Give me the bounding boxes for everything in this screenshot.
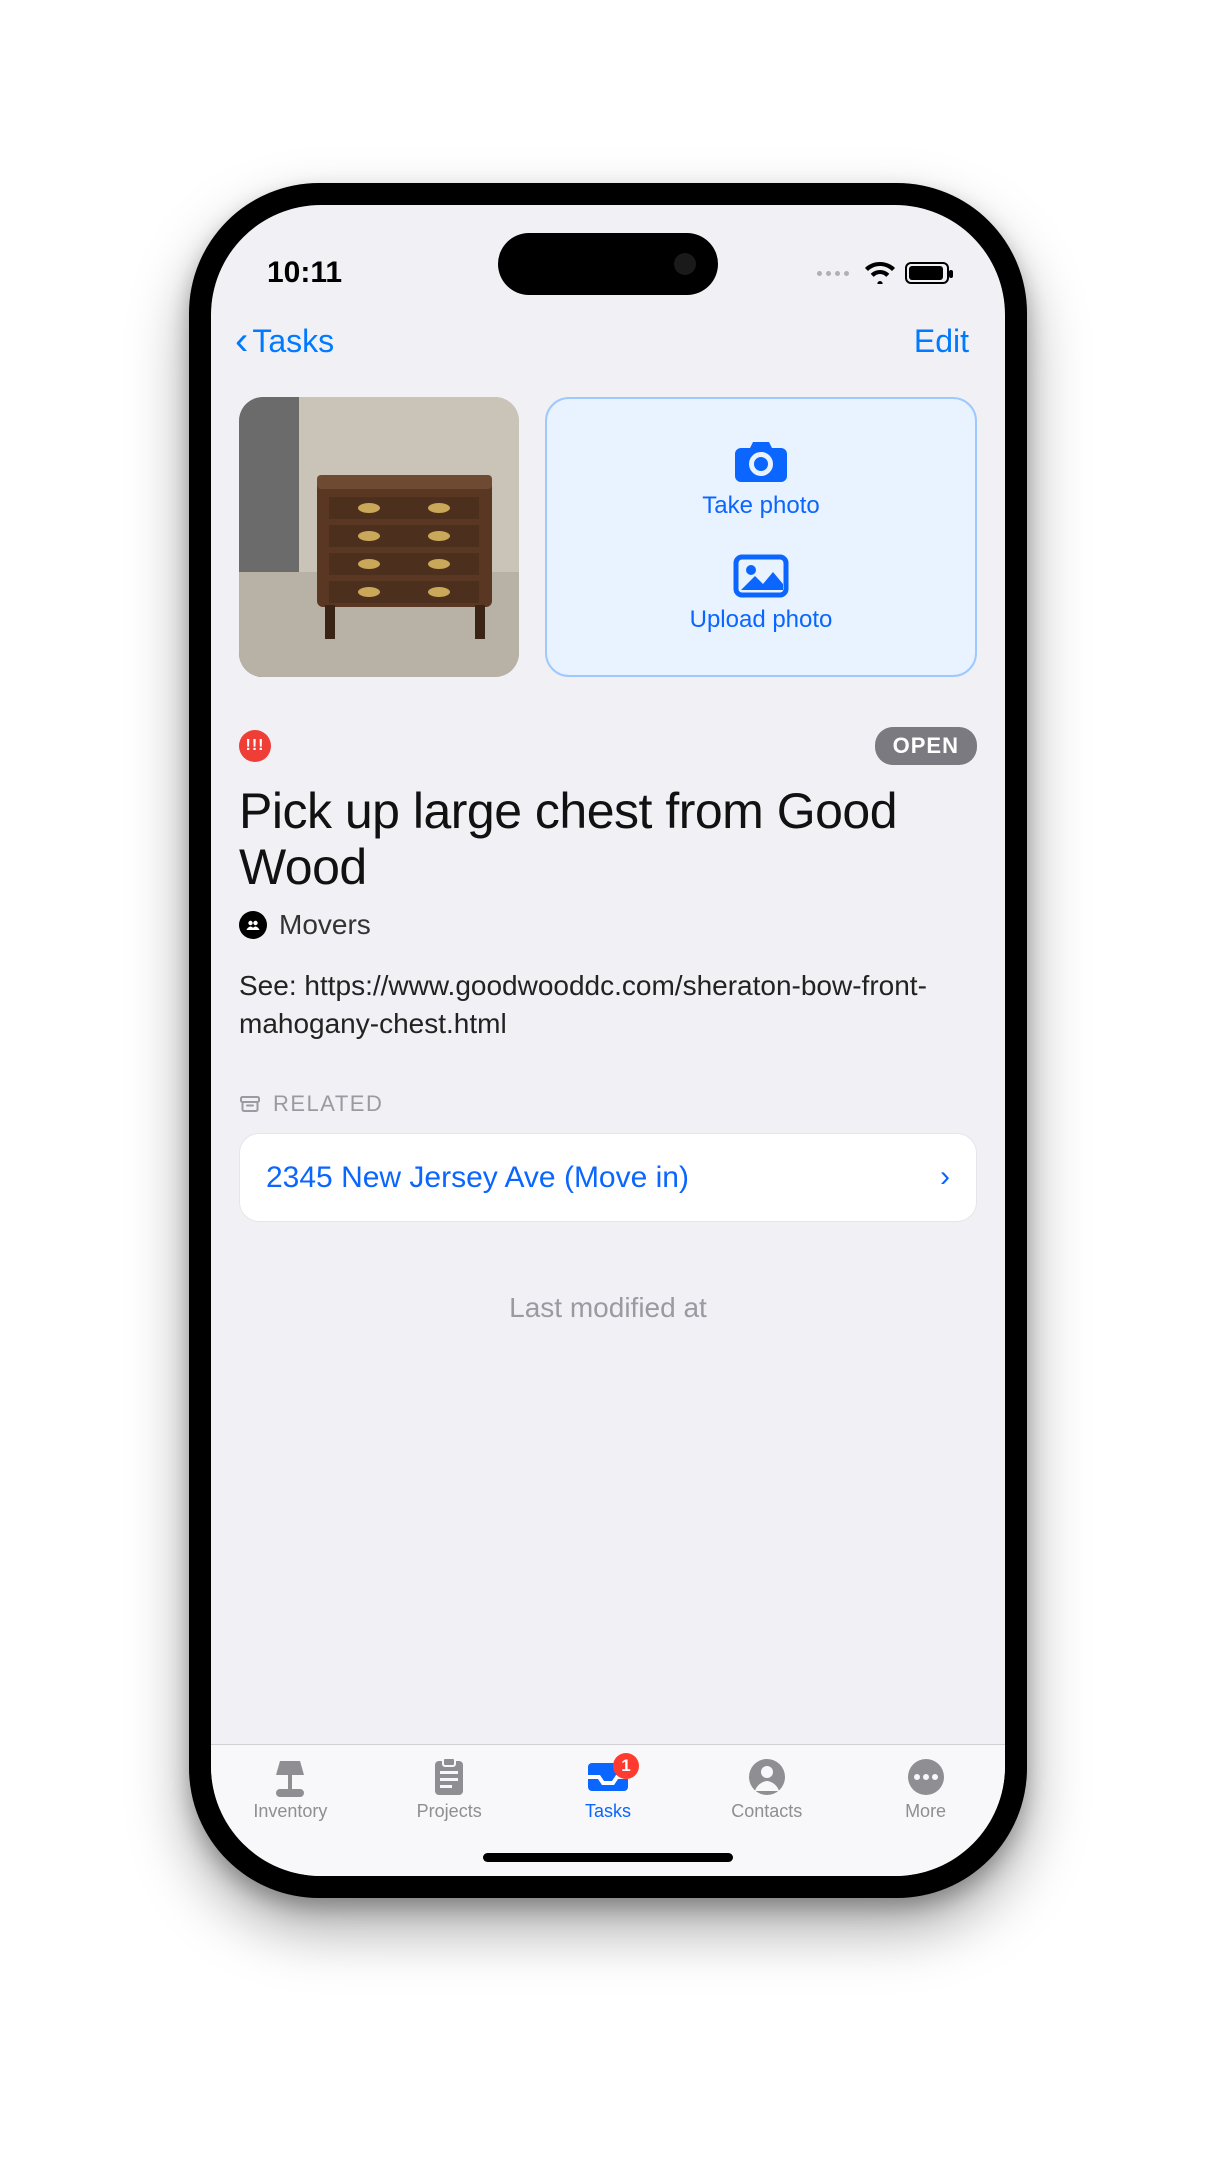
related-heading: RELATED — [239, 1091, 977, 1117]
edit-button[interactable]: Edit — [914, 323, 981, 360]
ellipsis-icon — [904, 1757, 948, 1797]
content-area: Take photo Upload photo !!! OPEN Pick up — [211, 377, 1005, 1756]
tab-projects[interactable]: Projects — [384, 1757, 514, 1822]
chevron-left-icon: ‹ — [235, 321, 248, 361]
wifi-icon — [865, 262, 895, 284]
related-item-label: 2345 New Jersey Ave (Move in) — [266, 1158, 689, 1197]
status-badge: OPEN — [875, 727, 977, 765]
group-icon — [239, 911, 267, 939]
related-heading-label: RELATED — [273, 1091, 383, 1117]
tab-more[interactable]: More — [861, 1757, 991, 1822]
back-button[interactable]: ‹ Tasks — [235, 321, 334, 361]
chevron-right-icon: › — [940, 1160, 950, 1194]
person-icon — [745, 1757, 789, 1797]
status-time: 10:11 — [267, 256, 342, 290]
tab-tasks[interactable]: 1 Tasks — [543, 1757, 673, 1822]
nav-bar: ‹ Tasks Edit — [211, 305, 1005, 377]
phone-frame: 10:11 ‹ Tasks Edit — [189, 183, 1027, 1898]
upload-photo-label: Upload photo — [690, 606, 833, 634]
clipboard-icon — [427, 1757, 471, 1797]
task-description: See: https://www.goodwooddc.com/sheraton… — [239, 967, 977, 1043]
home-indicator — [483, 1853, 733, 1862]
screen: 10:11 ‹ Tasks Edit — [211, 205, 1005, 1876]
task-title: Pick up large chest from Good Wood — [239, 783, 977, 895]
take-photo-button[interactable]: Take photo — [702, 440, 819, 520]
lamp-icon — [268, 1757, 312, 1797]
tab-label: Inventory — [253, 1801, 327, 1822]
related-item[interactable]: 2345 New Jersey Ave (Move in) › — [239, 1133, 977, 1222]
take-photo-label: Take photo — [702, 492, 819, 520]
priority-badge: !!! — [239, 730, 271, 762]
tab-label: Tasks — [585, 1801, 631, 1822]
tasks-badge: 1 — [613, 1753, 639, 1779]
back-label: Tasks — [252, 323, 334, 360]
photo-actions-panel: Take photo Upload photo — [545, 397, 977, 677]
assignee-row: Movers — [239, 909, 977, 941]
tab-label: Projects — [417, 1801, 482, 1822]
last-modified-label: Last modified at — [239, 1292, 977, 1324]
task-photo-thumbnail[interactable] — [239, 397, 519, 677]
status-dots-icon — [817, 271, 849, 276]
dynamic-island — [498, 233, 718, 295]
tab-inventory[interactable]: Inventory — [225, 1757, 355, 1822]
upload-photo-button[interactable]: Upload photo — [690, 554, 833, 634]
tab-label: More — [905, 1801, 946, 1822]
image-icon — [733, 554, 789, 598]
camera-icon — [733, 440, 789, 484]
tab-label: Contacts — [731, 1801, 802, 1822]
assignee-name: Movers — [279, 909, 371, 941]
archive-icon — [239, 1093, 261, 1115]
battery-icon — [905, 262, 949, 284]
tab-contacts[interactable]: Contacts — [702, 1757, 832, 1822]
